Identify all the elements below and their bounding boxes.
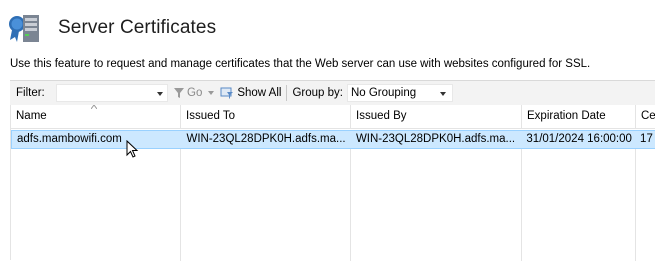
cell-name: adfs.mambowifi.com — [17, 133, 122, 145]
column-header-certificate-hash[interactable]: Ce — [636, 105, 655, 128]
chevron-down-icon[interactable] — [439, 92, 446, 96]
server-certificate-icon — [8, 12, 42, 44]
certificates-table: Name Issued To Issued By Expiration Date… — [10, 105, 655, 261]
chevron-down-icon[interactable] — [157, 92, 163, 96]
column-divider — [350, 130, 351, 261]
column-header-name[interactable]: Name — [11, 105, 181, 128]
column-divider — [180, 130, 181, 261]
group-by-label: Group by: — [292, 87, 343, 99]
sort-ascending-icon — [91, 105, 97, 109]
show-all-label: Show All — [237, 87, 282, 99]
filter-label: Filter: — [16, 87, 45, 99]
column-header-issued-to[interactable]: Issued To — [181, 105, 351, 128]
table-body: adfs.mambowifi.com WIN-23QL28DPK0H.adfs.… — [11, 130, 655, 261]
table-row[interactable]: adfs.mambowifi.com WIN-23QL28DPK0H.adfs.… — [11, 130, 655, 149]
column-divider — [521, 130, 522, 261]
go-button[interactable]: Go — [174, 87, 215, 99]
page-title: Server Certificates — [58, 17, 217, 38]
filter-toolbar: Filter: Go Show All Group by: No Groupin… — [10, 80, 655, 106]
column-divider — [635, 130, 636, 261]
group-by-select[interactable]: No Grouping — [346, 84, 453, 102]
funnel-icon — [174, 88, 184, 98]
group-by-value: No Grouping — [350, 87, 417, 99]
cell-certificate-hash: 17 — [640, 133, 653, 145]
show-all-icon — [220, 87, 234, 99]
mouse-pointer-icon — [126, 140, 139, 158]
table-header: Name Issued To Issued By Expiration Date… — [11, 105, 655, 129]
feature-description: Use this feature to request and manage c… — [10, 58, 591, 70]
toolbar-divider — [286, 85, 288, 101]
go-dropdown-icon[interactable] — [208, 91, 215, 95]
page-header: Server Certificates — [8, 12, 216, 44]
show-all-button[interactable]: Show All — [220, 87, 281, 99]
cell-expiration-date: 31/01/2024 16:00:00 — [526, 133, 632, 145]
column-header-expiration-date[interactable]: Expiration Date — [522, 105, 636, 128]
cell-issued-to: WIN-23QL28DPK0H.adfs.ma... — [186, 133, 346, 145]
column-header-issued-by[interactable]: Issued By — [351, 105, 522, 128]
filter-input[interactable] — [56, 84, 168, 102]
go-label: Go — [187, 87, 203, 99]
cell-issued-by: WIN-23QL28DPK0H.adfs.ma... — [355, 133, 516, 145]
